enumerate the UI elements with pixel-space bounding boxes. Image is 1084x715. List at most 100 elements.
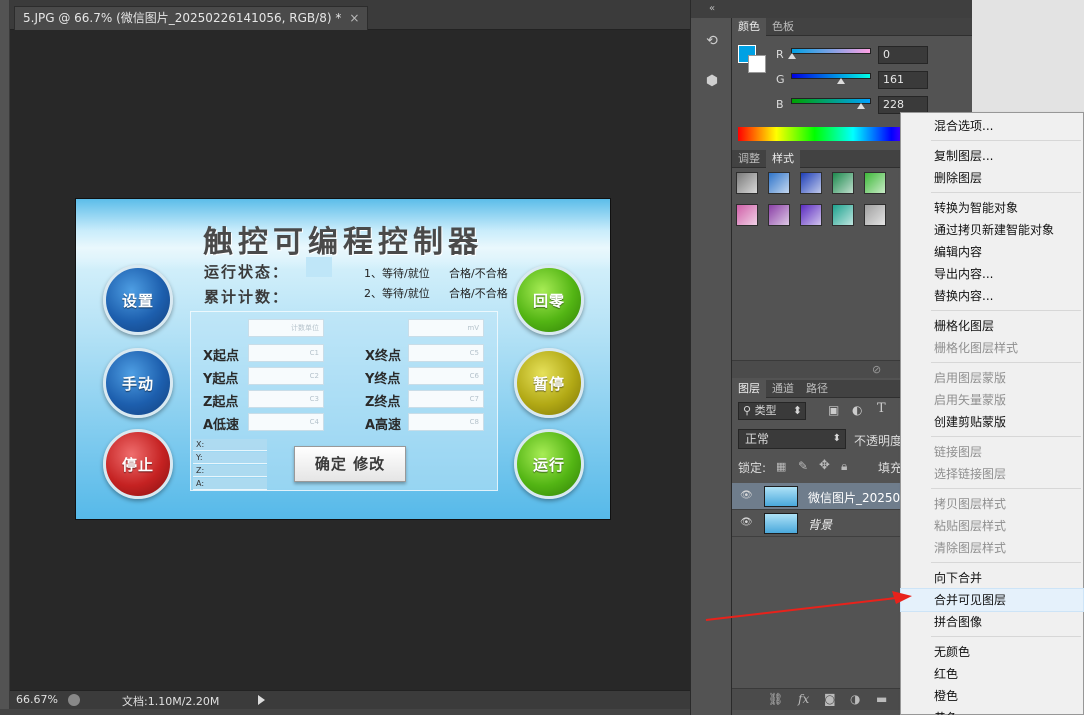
tab-styles[interactable]: 样式 xyxy=(766,150,800,168)
tab-adjustments[interactable]: 调整 xyxy=(732,150,766,168)
menu-item[interactable]: 橙色 xyxy=(901,685,1083,707)
status-bar: 66.67% 文档:1.10M/2.20M xyxy=(10,690,690,709)
link-layers-icon[interactable]: ⛓︎ xyxy=(768,692,783,706)
channel-label-b: B xyxy=(776,98,784,111)
menu-item[interactable]: 混合选项... xyxy=(901,115,1083,137)
eye-icon[interactable]: 👁︎ xyxy=(740,490,753,501)
style-swatch[interactable] xyxy=(768,172,790,194)
lock-transparency-icon[interactable]: ▦ xyxy=(776,460,786,473)
layer-thumbnail xyxy=(764,486,798,507)
menu-item[interactable]: 栅格化图层 xyxy=(901,315,1083,337)
menu-item[interactable]: 启用图层蒙版 xyxy=(901,367,1083,389)
r-slider[interactable] xyxy=(788,48,871,59)
menu-item[interactable]: 删除图层 xyxy=(901,167,1083,189)
pixel-filter-icon[interactable]: ▣ xyxy=(828,403,839,417)
menu-item[interactable]: 链接图层 xyxy=(901,441,1083,463)
menu-item[interactable]: 合并可见图层 xyxy=(900,588,1084,612)
style-swatch[interactable] xyxy=(800,204,822,226)
run-status-label: 运行状态： xyxy=(204,263,290,281)
stop-button: 停止 xyxy=(103,429,173,499)
type-filter-icon[interactable]: T xyxy=(877,401,886,416)
document-tab-bar: 5.JPG @ 66.7% (微信图片_20250226141056, RGB/… xyxy=(10,0,690,30)
menu-item[interactable]: 栅格化图层样式 xyxy=(901,337,1083,359)
menu-item[interactable]: 创建剪贴蒙版 xyxy=(901,411,1083,433)
eye-icon[interactable]: 👁︎ xyxy=(740,517,753,528)
no-style-icon[interactable]: ⊘ xyxy=(872,363,881,376)
menu-item[interactable]: 清除图层样式 xyxy=(901,537,1083,559)
tools-strip[interactable] xyxy=(0,0,10,715)
style-swatch[interactable] xyxy=(832,172,854,194)
background-color-swatch[interactable] xyxy=(748,55,766,73)
menu-item[interactable]: 替换内容... xyxy=(901,285,1083,307)
style-swatch[interactable] xyxy=(864,204,886,226)
lock-paint-icon[interactable]: ✎ xyxy=(798,459,808,473)
setup-button: 设置 xyxy=(103,265,173,335)
menu-item[interactable]: 拷贝图层样式 xyxy=(901,493,1083,515)
menu-item[interactable]: 无颜色 xyxy=(901,641,1083,663)
coord-x: X: xyxy=(193,439,267,451)
tab-swatches[interactable]: 色板 xyxy=(766,18,800,36)
layer-name: 背景 xyxy=(808,518,833,532)
coord-a: A: xyxy=(193,478,267,490)
b-slider[interactable] xyxy=(791,98,871,109)
menu-item[interactable]: 粘贴图层样式 xyxy=(901,515,1083,537)
tab-paths[interactable]: 路径 xyxy=(800,380,834,398)
menu-item[interactable]: 导出内容... xyxy=(901,263,1083,285)
chevron-down-icon: ⬍ xyxy=(832,433,841,444)
style-swatch[interactable] xyxy=(832,204,854,226)
status-menu-arrow-icon[interactable] xyxy=(258,695,265,705)
lock-label: 锁定: xyxy=(738,461,767,475)
style-swatch[interactable] xyxy=(736,204,758,226)
style-swatch[interactable] xyxy=(800,172,822,194)
menu-item[interactable]: 向下合并 xyxy=(901,567,1083,589)
collapse-arrows-icon[interactable]: « xyxy=(691,0,733,18)
tab-color[interactable]: 颜色 xyxy=(732,18,766,36)
adjustment-filter-icon[interactable]: ◐ xyxy=(852,403,862,417)
layer-filter-value: 类型 xyxy=(754,404,777,417)
slider-thumb[interactable] xyxy=(788,53,796,59)
blend-mode-select[interactable]: 正常 ⬍ xyxy=(738,429,846,449)
menu-item[interactable]: 编辑内容 xyxy=(901,241,1083,263)
layer-thumbnail xyxy=(764,513,798,534)
menu-item[interactable]: 选择链接图层 xyxy=(901,463,1083,485)
r-value-field[interactable]: 0 xyxy=(878,46,928,64)
menu-item[interactable]: 拼合图像 xyxy=(901,611,1083,633)
style-swatch[interactable] xyxy=(768,204,790,226)
lock-move-icon[interactable]: ✥ xyxy=(819,458,830,473)
adjustment-layer-icon[interactable]: ◑ xyxy=(850,692,860,706)
3d-box-icon[interactable]: ⬢ xyxy=(699,68,725,94)
menu-item[interactable]: 黄色 xyxy=(901,707,1083,715)
history-icon[interactable]: ⟲ xyxy=(699,28,725,54)
layer-filter-select[interactable]: ⚲ 类型 ⬍ xyxy=(738,402,806,420)
folder-icon[interactable]: ▬ xyxy=(876,692,887,706)
mv-field: mV xyxy=(408,319,484,337)
add-mask-icon[interactable]: ◙ xyxy=(824,692,836,706)
style-swatch[interactable] xyxy=(736,172,758,194)
menu-item[interactable]: 复制图层... xyxy=(901,145,1083,167)
style-swatch[interactable] xyxy=(864,172,886,194)
menu-item[interactable]: 转换为智能对象 xyxy=(901,197,1083,219)
close-icon[interactable]: × xyxy=(349,11,359,25)
g-slider[interactable] xyxy=(791,73,871,84)
canvas-area[interactable]: 触控可编程控制器 运行状态： 累计计数： 1、等待/就位 2、等待/就位 合格/… xyxy=(10,30,690,690)
fx-icon[interactable]: fx xyxy=(798,692,809,706)
tab-layers[interactable]: 图层 xyxy=(732,380,766,398)
search-icon: ⚲ xyxy=(743,404,752,417)
status-icon[interactable] xyxy=(68,694,80,706)
g-value-field[interactable]: 161 xyxy=(878,71,928,89)
slider-thumb[interactable] xyxy=(857,103,866,109)
zoom-level[interactable]: 66.67% xyxy=(16,693,58,706)
menu-item[interactable]: 通过拷贝新建智能对象 xyxy=(901,219,1083,241)
menu-item[interactable]: 启用矢量蒙版 xyxy=(901,389,1083,411)
menu-item[interactable]: 红色 xyxy=(901,663,1083,685)
tab-channels[interactable]: 通道 xyxy=(766,380,800,398)
lock-all-icon[interactable]: 🔒︎ xyxy=(841,459,847,474)
slider-thumb[interactable] xyxy=(837,78,846,84)
document-tab[interactable]: 5.JPG @ 66.7% (微信图片_20250226141056, RGB/… xyxy=(14,6,369,30)
row-label-left: A低速 xyxy=(203,418,240,433)
coord-z: Z: xyxy=(193,465,267,477)
channel-label-r: R xyxy=(776,48,784,61)
blend-mode-value: 正常 xyxy=(745,432,770,446)
wait-label-1: 1、等待/就位 xyxy=(364,267,430,280)
count-unit-field: 计数单位 xyxy=(248,319,324,337)
